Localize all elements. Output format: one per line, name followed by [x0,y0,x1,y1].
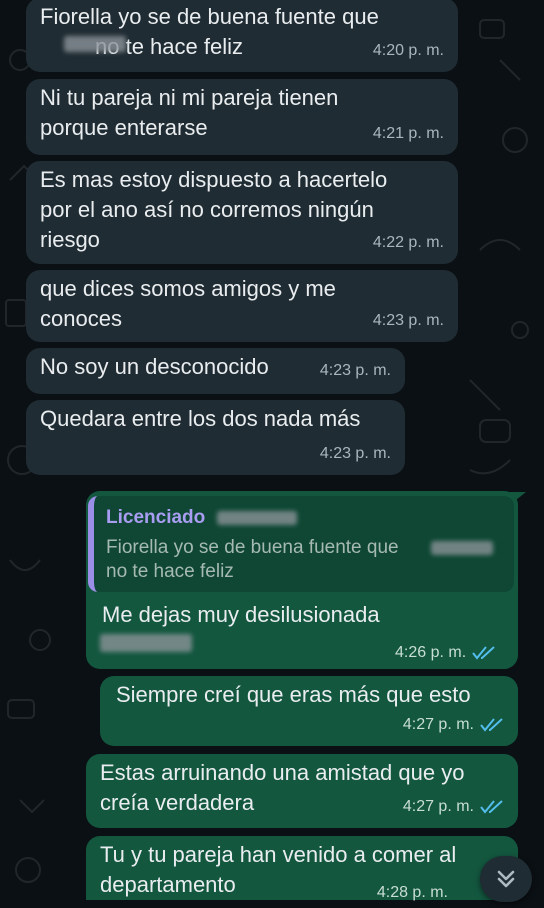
outgoing-message[interactable]: Estas arruinando una amistad que yo creí… [86,754,518,828]
message-time: 4:27 p. m. [402,716,474,733]
message-meta: 4:23 p. m. [320,356,391,386]
message-time: 4:20 p. m. [372,42,444,59]
message-meta: 4:21 p. m. [373,119,444,149]
double-check-icon [472,646,495,660]
message-meta: 4:20 p. m. [373,36,444,66]
message-time: 4:23 p. m. [319,445,391,462]
redacted-name [64,36,126,52]
message-text: Siempre creí que eras más que esto [116,682,471,707]
message-meta: 4:27 p. m. [403,792,504,822]
incoming-message[interactable]: que dices somos amigos y me conoces 4:23… [26,270,458,342]
message-meta: 4:27 p. m. [403,710,504,740]
message-meta: 4:22 p. m. [373,228,444,258]
double-check-icon [480,800,503,814]
message-meta: 4:23 p. m. [320,439,391,469]
message-time: 4:26 p. m. [395,644,467,661]
message-time: 4:27 p. m. [402,798,474,815]
message-time: 4:28 p. m. [376,884,448,901]
double-check-icon [480,718,503,732]
incoming-message[interactable]: Quedara entre los dos nada más 4:23 p. m… [26,400,405,475]
message-text: Me dejas muy desilusionada [102,602,380,627]
redacted-signature [100,634,192,652]
redacted-name [431,541,493,555]
message-meta: 4:26 p. m. [395,644,496,662]
message-time: 4:23 p. m. [319,362,391,379]
quoted-sender: Licenciado [106,506,502,530]
message-time: 4:21 p. m. [372,125,444,142]
message-time: 4:22 p. m. [372,234,444,251]
message-time: 4:23 p. m. [372,312,444,329]
incoming-message[interactable]: Es mas estoy dispuesto a hacertelo por e… [26,161,458,264]
incoming-message[interactable]: Ni tu pareja ni mi pareja tienen porque … [26,79,458,155]
incoming-message[interactable]: No soy un desconocido 4:23 p. m. [26,348,405,394]
scroll-to-bottom-button[interactable] [480,856,532,902]
outgoing-message[interactable]: Tu y tu pareja han venido a comer al dep… [86,836,518,901]
outgoing-message[interactable]: Siempre creí que eras más que esto 4:27 … [100,676,518,746]
incoming-message[interactable]: Fiorella yo se de buena fuente que no te… [26,0,458,72]
message-text: Quedara entre los dos nada más [40,406,361,431]
chevron-double-down-icon [497,870,515,888]
message-meta: 4:23 p. m. [373,306,444,336]
message-meta: 4:28 p. m. [377,878,448,908]
redacted-name [216,510,297,525]
